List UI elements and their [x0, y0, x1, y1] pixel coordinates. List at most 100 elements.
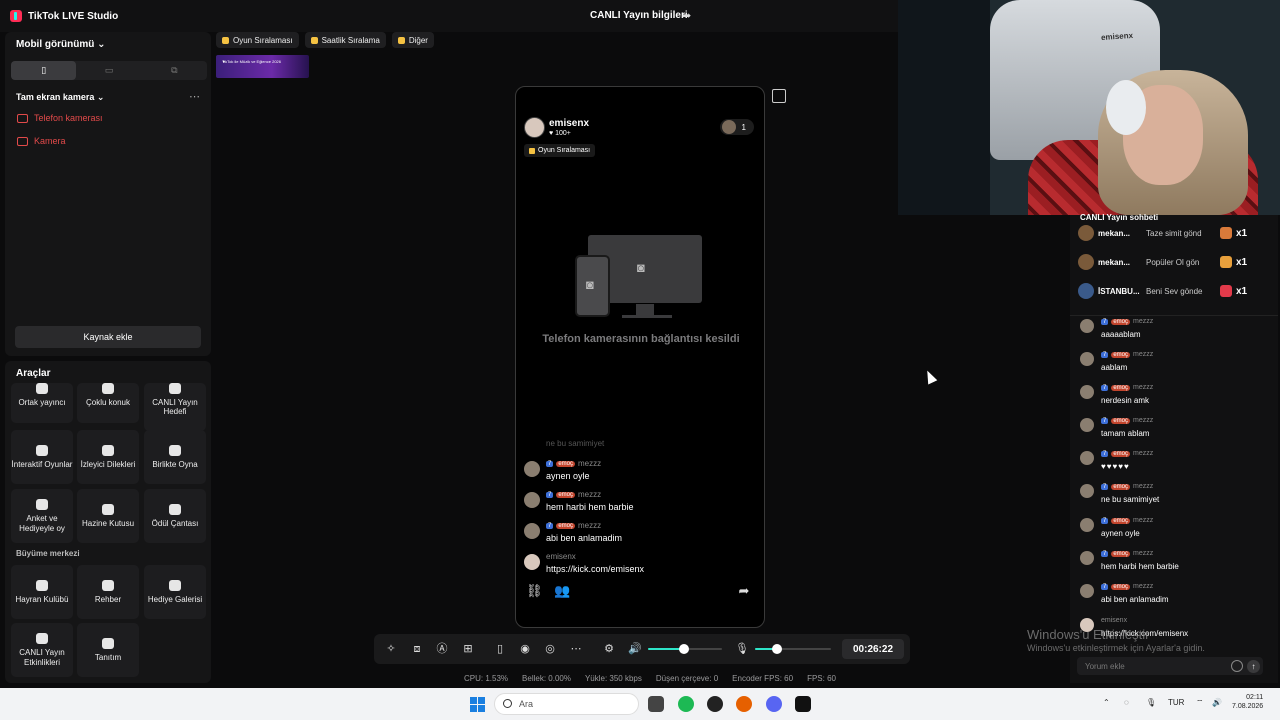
add-source-button[interactable]: Kaynak ekle	[15, 326, 201, 348]
users-icon[interactable]: 👥	[554, 583, 570, 599]
gallery-icon	[169, 579, 181, 591]
source-label: Kamera	[34, 136, 66, 146]
level-badge: 7	[1101, 318, 1109, 325]
level-badge: 7	[546, 491, 554, 498]
tab-game-ranking[interactable]: Oyun Sıralaması	[216, 32, 299, 48]
ranking-chip-label: Oyun Sıralaması	[538, 147, 591, 154]
tool-interactive-games[interactable]: İnteraktif Oyunlar	[11, 430, 73, 484]
ai-icon[interactable]: Ⓐ	[436, 643, 448, 655]
windows-start-icon[interactable]	[470, 697, 485, 712]
tool-play-together[interactable]: Birlikte Oyna	[144, 430, 206, 484]
chat-message: 7 emoç mezzz nerdesin amk	[1080, 384, 1270, 414]
message-text: aablam	[1101, 363, 1128, 372]
file-explorer-icon[interactable]	[648, 696, 664, 712]
tool-live-events[interactable]: CANLI Yayın Etkinlikleri	[11, 623, 73, 677]
avatar	[1080, 484, 1094, 498]
obs-icon[interactable]	[707, 696, 723, 712]
tab-hourly-ranking[interactable]: Saatlik Sıralama	[304, 32, 386, 48]
speaker-volume-knob[interactable]	[678, 644, 689, 654]
mic-volume-slider[interactable]	[755, 644, 831, 654]
add-media-icon[interactable]: ⊞	[462, 643, 474, 655]
message-meta: 7 emoç mezzz	[1101, 384, 1153, 391]
chat-message: 7 emoç mezzz abi ben anlamadim	[1080, 583, 1270, 613]
tool-multi-guest[interactable]: Çoklu konuk	[77, 383, 139, 423]
gift-text: Taze simit gönd	[1146, 228, 1202, 238]
taskbar-search[interactable]: Ara	[494, 693, 639, 715]
gift-count: x1	[1236, 285, 1248, 297]
tools-title: Araçlar	[16, 368, 51, 379]
spotify-icon[interactable]	[678, 696, 694, 712]
screen-share-icon[interactable]: ⧈	[411, 643, 423, 655]
source-phone-camera[interactable]: Telefon kamerası	[17, 113, 103, 123]
avatar	[1080, 418, 1094, 432]
settings-sliders-icon[interactable]: ⚙	[603, 643, 615, 655]
tool-treasure-box[interactable]: Hazine Kutusu	[77, 489, 139, 543]
tool-guide[interactable]: Rehber	[77, 565, 139, 619]
event-banner[interactable]: TikTok ile Müzik ve Eğlence 2026 ✦	[216, 55, 309, 78]
tool-label: Anket ve Hediyeyle oy	[19, 514, 65, 533]
speaker-volume-slider[interactable]	[648, 644, 722, 654]
message-meta: 7 emoç mezzz	[1101, 351, 1153, 358]
tool-promote[interactable]: Tanıtım	[77, 623, 139, 677]
simit-gift-icon	[1220, 227, 1232, 239]
tool-gift-gallery[interactable]: Hediye Galerisi	[144, 565, 206, 619]
microphone-icon[interactable]: 🎙	[1146, 698, 1156, 707]
send-icon[interactable]: ↑	[1247, 660, 1260, 673]
chevron-down-icon: ⌄	[96, 92, 105, 102]
tab-other[interactable]: Diğer	[391, 32, 434, 48]
level-badge: 7	[546, 460, 554, 467]
camera-effects-icon[interactable]: ◎	[544, 643, 556, 655]
divider	[1070, 315, 1278, 316]
message-meta: 7 emoç mezzz	[1101, 318, 1153, 325]
title-bar: TikTok LIVE Studio	[0, 0, 900, 32]
wifi-icon[interactable]: ⌔	[1196, 698, 1204, 708]
speaker-icon[interactable]: 🔊	[628, 643, 642, 655]
emoji-icon[interactable]	[1231, 660, 1243, 672]
link-icon[interactable]: ⛓	[526, 583, 543, 599]
scene-dropdown[interactable]: Tam ekran kamera ⌄	[16, 92, 104, 103]
control-bar: ✧ ⧈ Ⓐ ⊞ ▯ ◉ ◎ ⋯ ⚙ 🔊 🎙 00:26:22	[374, 634, 910, 664]
webcam-feed: emisenx	[898, 0, 1280, 215]
camera-icon	[17, 136, 28, 146]
level-badge: 7	[1101, 483, 1109, 490]
tiktok-icon[interactable]	[795, 696, 811, 712]
activation-watermark-text: Windows'u etkinleştirmek için Ayarlar'a …	[1027, 643, 1205, 653]
more-icon[interactable]: ⋯	[189, 90, 200, 103]
gift-text: Popüler Ol gön	[1146, 257, 1200, 267]
phone-preview: emisenx ♥ 100+ 1 Oyun Sıralaması ◙ ◙ Tel…	[515, 86, 765, 628]
phone-icon[interactable]: ▯	[494, 643, 506, 655]
tool-poll[interactable]: Anket ve Hediyeyle oy	[11, 489, 73, 543]
tool-fan-club[interactable]: Hayran Kulübü	[11, 565, 73, 619]
share-icon[interactable]: ➦	[682, 9, 694, 22]
mic-volume-knob[interactable]	[772, 644, 783, 654]
app-title: TikTok LIVE Studio	[28, 10, 119, 22]
tool-reward-bag[interactable]: Ödül Çantası	[144, 489, 206, 543]
microphone-icon[interactable]: 🎙	[735, 643, 749, 655]
star-icon: ✦	[222, 59, 226, 64]
more-icon[interactable]: ⋯	[570, 643, 582, 655]
source-camera[interactable]: Kamera	[17, 136, 66, 146]
magic-wand-icon[interactable]: ✧	[385, 643, 397, 655]
taskbar-clock[interactable]: 02:11 7.08.2026	[1232, 693, 1263, 712]
tool-live-goal[interactable]: CANLI Yayın Hedefi	[144, 383, 206, 431]
record-icon[interactable]: ◉	[519, 643, 531, 655]
share-icon[interactable]: ➦	[736, 583, 752, 599]
mobile-view-dropdown[interactable]: Mobil görünümü ⌄	[16, 39, 106, 50]
discord-icon[interactable]	[766, 696, 782, 712]
volume-icon[interactable]: 🔊	[1212, 698, 1222, 707]
firefox-icon[interactable]	[736, 696, 752, 712]
network-icon[interactable]: ◌	[1124, 698, 1129, 707]
chevron-up-icon[interactable]: ⌃	[1103, 698, 1110, 707]
tool-co-host[interactable]: Ortak yayıncı	[11, 383, 73, 423]
portrait-icon[interactable]: ▯	[11, 61, 77, 80]
layout-icon[interactable]	[772, 89, 786, 103]
tool-label: Ödül Çantası	[151, 518, 199, 528]
fan-badge: emoç	[1111, 417, 1131, 424]
split-layout-icon[interactable]: ⧉	[142, 61, 207, 80]
calendar-icon	[36, 633, 48, 645]
chat-message: 7 emoç mezzz hem harbi hem barbie	[1080, 550, 1270, 580]
language-indicator[interactable]: TUR	[1168, 698, 1184, 707]
landscape-icon[interactable]: ▭	[76, 61, 141, 80]
live-info-title[interactable]: CANLI Yayın bilgileri	[590, 10, 688, 21]
tool-viewer-wishes[interactable]: İzleyici Dilekleri	[77, 430, 139, 484]
